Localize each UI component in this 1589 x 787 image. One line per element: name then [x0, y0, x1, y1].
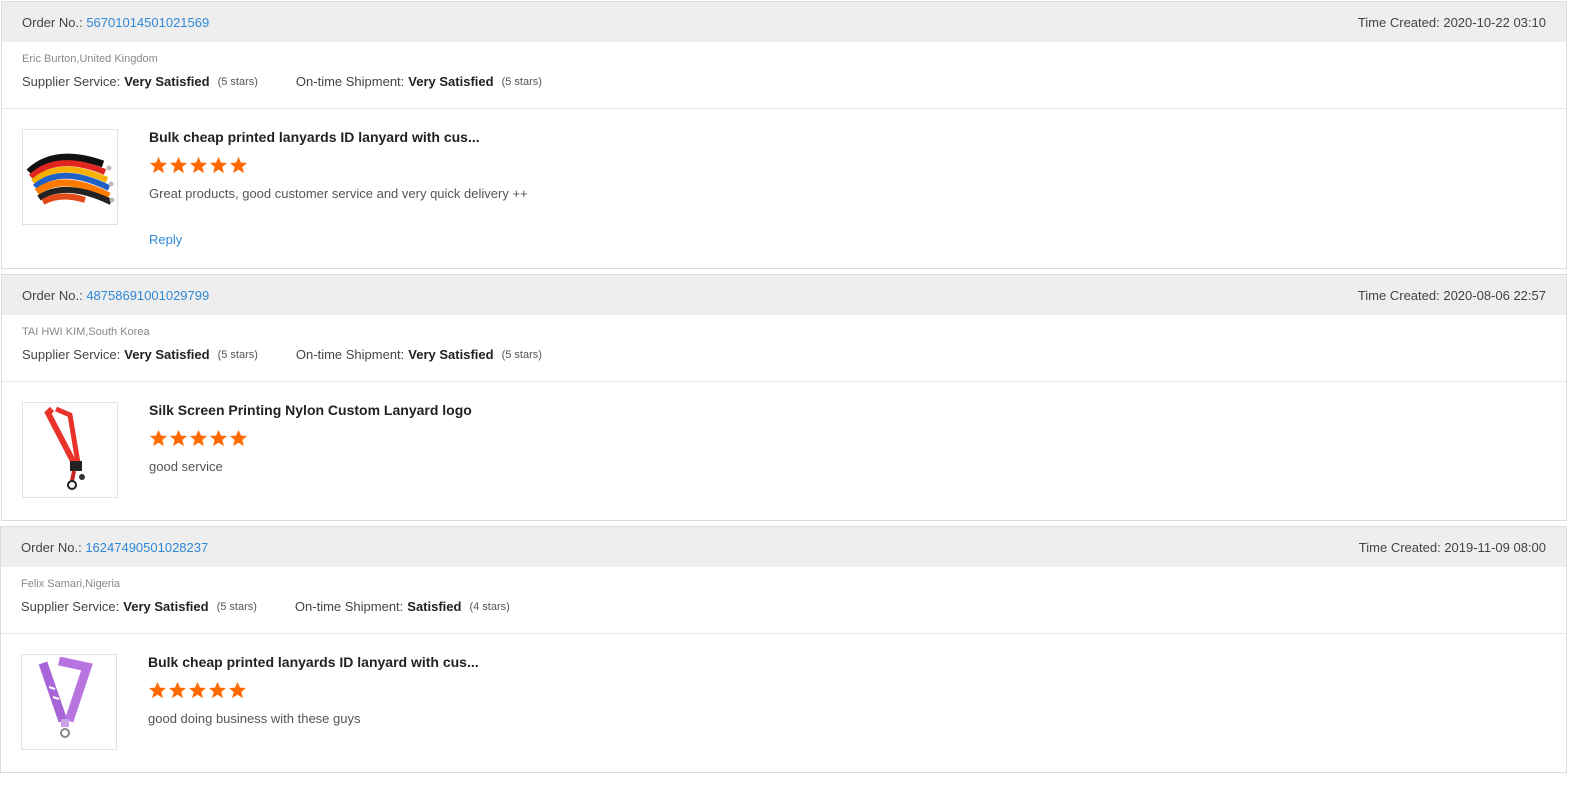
- ratings-row: Supplier Service: Very Satisfied (5 star…: [22, 74, 1546, 89]
- review-comment: Great products, good customer service an…: [149, 186, 528, 201]
- on-time-shipment-value: Satisfied: [407, 599, 462, 614]
- time-created: Time Created: 2020-08-06 22:57: [1358, 288, 1546, 303]
- red-lanyard-icon: [44, 406, 85, 490]
- supplier-service-value: Very Satisfied: [123, 599, 209, 614]
- supplier-service-stars: (5 stars): [217, 75, 258, 88]
- supplier-service-label: Supplier Service:: [22, 347, 121, 362]
- supplier-service-rating: Supplier Service: Very Satisfied (5 star…: [22, 74, 258, 89]
- product-thumbnail[interactable]: [21, 654, 117, 750]
- order-number: Order No.: 56701014501021569: [22, 15, 209, 30]
- ratings-row: Supplier Service: Very Satisfied (5 star…: [22, 347, 1546, 362]
- buyer-name: Felix Samari,Nigeria: [21, 578, 121, 590]
- supplier-service-value: Very Satisfied: [124, 347, 210, 362]
- star-icon: [149, 429, 168, 447]
- star-icon: [209, 156, 228, 174]
- supplier-service-rating: Supplier Service: Very Satisfied (5 star…: [21, 599, 257, 614]
- on-time-shipment-label: On-time Shipment:: [295, 74, 405, 89]
- on-time-shipment-value: Very Satisfied: [408, 74, 494, 89]
- order-no-label: Order No.:: [22, 14, 83, 30]
- time-created: Time Created: 2019-11-09 08:00: [1359, 540, 1546, 555]
- star-icon: [149, 156, 168, 174]
- order-no-label: Order No.:: [21, 539, 82, 555]
- on-time-shipment-label: On-time Shipment:: [294, 599, 404, 614]
- review-meta: Eric Burton,United Kingdom Supplier Serv…: [2, 42, 1566, 109]
- star-icon: [229, 429, 248, 447]
- on-time-shipment-rating: On-time Shipment: Satisfied (4 stars): [295, 599, 510, 614]
- multicolor-lanyards-icon: [26, 153, 115, 205]
- time-created-label: Time Created:: [1357, 14, 1440, 30]
- time-created-value: 2020-10-22 03:10: [1443, 14, 1546, 30]
- product-thumbnail[interactable]: [22, 129, 118, 225]
- time-created-label: Time Created:: [1358, 539, 1441, 555]
- star-icon: [228, 681, 247, 699]
- star-icon: [148, 681, 167, 699]
- order-number: Order No.: 48758691001029799: [22, 288, 209, 303]
- buyer-name: TAI HWI KIM,South Korea: [22, 326, 150, 338]
- time-created-value: 2020-08-06 22:57: [1443, 287, 1546, 303]
- star-icon: [168, 681, 187, 699]
- supplier-service-value: Very Satisfied: [124, 74, 210, 89]
- order-header: Order No.: 16247490501028237 Time Create…: [1, 527, 1566, 567]
- on-time-shipment-rating: On-time Shipment: Very Satisfied (5 star…: [296, 74, 542, 89]
- rating-stars: [149, 429, 249, 448]
- supplier-service-stars: (5 stars): [216, 600, 257, 613]
- star-icon: [209, 429, 228, 447]
- time-created: Time Created: 2020-10-22 03:10: [1358, 15, 1546, 30]
- on-time-shipment-stars: (5 stars): [501, 348, 542, 361]
- order-no-link[interactable]: 56701014501021569: [86, 15, 209, 30]
- review-card: Order No.: 16247490501028237 Time Create…: [0, 526, 1567, 773]
- time-created-value: 2019-11-09 08:00: [1444, 539, 1546, 555]
- buyer-name: Eric Burton,United Kingdom: [22, 53, 158, 65]
- ratings-row: Supplier Service: Very Satisfied (5 star…: [21, 599, 1546, 614]
- order-no-link[interactable]: 16247490501028237: [85, 540, 208, 555]
- time-created-label: Time Created:: [1357, 287, 1440, 303]
- rating-stars: [148, 681, 248, 700]
- product-thumbnail[interactable]: [22, 402, 118, 498]
- star-icon: [229, 156, 248, 174]
- review-meta: TAI HWI KIM,South Korea Supplier Service…: [2, 315, 1566, 382]
- supplier-service-label: Supplier Service:: [22, 74, 121, 89]
- on-time-shipment-label: On-time Shipment:: [295, 347, 405, 362]
- reply-link[interactable]: Reply: [149, 232, 182, 247]
- star-icon: [189, 156, 208, 174]
- purple-lanyard-icon: [38, 657, 93, 738]
- star-icon: [189, 429, 208, 447]
- star-icon: [188, 681, 207, 699]
- star-icon: [208, 681, 227, 699]
- on-time-shipment-value: Very Satisfied: [408, 347, 494, 362]
- review-comment: good service: [149, 459, 223, 474]
- star-icon: [169, 156, 188, 174]
- on-time-shipment-stars: (4 stars): [469, 600, 510, 613]
- order-header: Order No.: 48758691001029799 Time Create…: [2, 275, 1566, 315]
- rating-stars: [149, 156, 249, 175]
- supplier-service-label: Supplier Service:: [21, 599, 120, 614]
- review-comment: good doing business with these guys: [148, 711, 361, 726]
- product-title[interactable]: Silk Screen Printing Nylon Custom Lanyar…: [149, 402, 472, 418]
- review-meta: Felix Samari,Nigeria Supplier Service: V…: [1, 567, 1566, 634]
- order-no-label: Order No.:: [22, 287, 83, 303]
- star-icon: [169, 429, 188, 447]
- review-card: Order No.: 48758691001029799 Time Create…: [1, 274, 1567, 521]
- order-header: Order No.: 56701014501021569 Time Create…: [2, 2, 1566, 42]
- on-time-shipment-rating: On-time Shipment: Very Satisfied (5 star…: [296, 347, 542, 362]
- product-title[interactable]: Bulk cheap printed lanyards ID lanyard w…: [149, 129, 480, 145]
- order-number: Order No.: 16247490501028237: [21, 540, 208, 555]
- review-card: Order No.: 56701014501021569 Time Create…: [1, 1, 1567, 269]
- supplier-service-rating: Supplier Service: Very Satisfied (5 star…: [22, 347, 258, 362]
- product-title[interactable]: Bulk cheap printed lanyards ID lanyard w…: [148, 654, 479, 670]
- order-no-link[interactable]: 48758691001029799: [86, 288, 209, 303]
- on-time-shipment-stars: (5 stars): [501, 75, 542, 88]
- supplier-service-stars: (5 stars): [217, 348, 258, 361]
